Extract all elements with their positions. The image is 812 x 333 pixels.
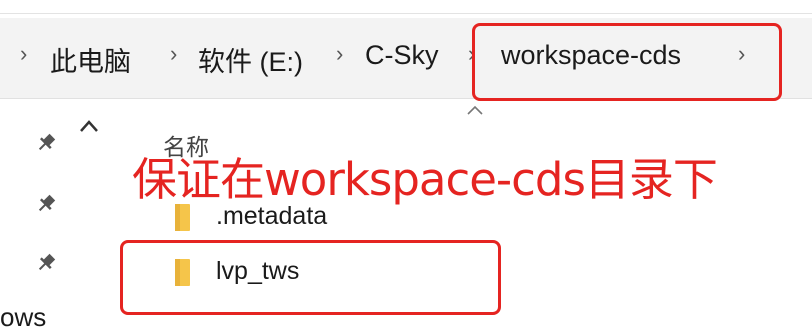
pin-icon[interactable] (35, 193, 57, 215)
annotation-text: 保证在workspace-cds目录下 (132, 153, 718, 206)
breadcrumb-item-this-pc[interactable]: 此电脑 (50, 40, 131, 79)
file-name: .metadata (216, 202, 328, 230)
chevron-right-icon[interactable]: › (20, 41, 27, 67)
nav-item-partial-label[interactable]: ows (0, 302, 46, 333)
pin-icon[interactable] (35, 132, 57, 154)
window-top-divider (0, 13, 812, 14)
list-item[interactable]: .metadata (150, 200, 450, 240)
pin-icon[interactable] (35, 252, 57, 274)
folder-icon (175, 204, 190, 231)
highlight-box-breadcrumb (472, 23, 782, 101)
highlight-box-folder (120, 240, 501, 315)
scroll-up-arrow-icon[interactable] (78, 118, 100, 134)
sort-caret-icon (467, 105, 483, 115)
chevron-right-icon[interactable]: › (336, 41, 343, 67)
breadcrumb-item-c-sky[interactable]: C-Sky (365, 40, 439, 71)
breadcrumb-item-drive-e[interactable]: 软件 (E:) (198, 40, 303, 79)
chevron-right-icon[interactable]: › (170, 41, 177, 67)
navigation-pane (0, 99, 118, 331)
